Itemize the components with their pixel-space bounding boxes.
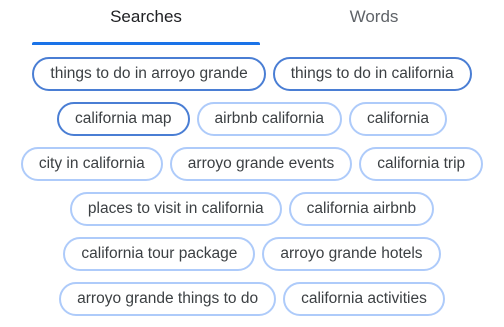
search-chip[interactable]: arroyo grande things to do [59, 282, 277, 316]
search-chip[interactable]: arroyo grande hotels [262, 237, 441, 271]
search-chip[interactable]: california trip [359, 147, 484, 181]
tab-searches[interactable]: Searches [32, 0, 260, 46]
search-chip[interactable]: airbnb california [196, 102, 342, 136]
tab-words[interactable]: Words [260, 0, 488, 46]
search-chip[interactable]: california activities [283, 282, 445, 316]
search-chip[interactable]: arroyo grande events [169, 147, 353, 181]
active-tab-indicator [32, 42, 260, 45]
chip-row: arroyo grande things to do california ac… [0, 282, 504, 316]
search-chip[interactable]: things to do in arroyo grande [32, 57, 266, 91]
search-chip[interactable]: california map [57, 102, 190, 136]
search-chip[interactable]: things to do in california [272, 57, 472, 91]
tab-words-label: Words [349, 7, 399, 26]
search-chip[interactable]: places to visit in california [69, 192, 282, 226]
chip-row: places to visit in california california… [0, 192, 504, 226]
tab-bar: Searches Words [0, 0, 504, 46]
search-chip[interactable]: california tour package [63, 237, 256, 271]
chip-row: california tour package arroyo grande ho… [0, 237, 504, 271]
search-chip[interactable]: california airbnb [288, 192, 435, 226]
related-searches-chip-list: things to do in arroyo grande things to … [0, 57, 504, 327]
search-chip[interactable]: city in california [20, 147, 163, 181]
search-chip[interactable]: california [348, 102, 447, 136]
chip-row: california map airbnb california califor… [0, 102, 504, 136]
tab-searches-label: Searches [110, 7, 182, 26]
chip-row: city in california arroyo grande events … [0, 147, 504, 181]
chip-row: things to do in arroyo grande things to … [0, 57, 504, 91]
